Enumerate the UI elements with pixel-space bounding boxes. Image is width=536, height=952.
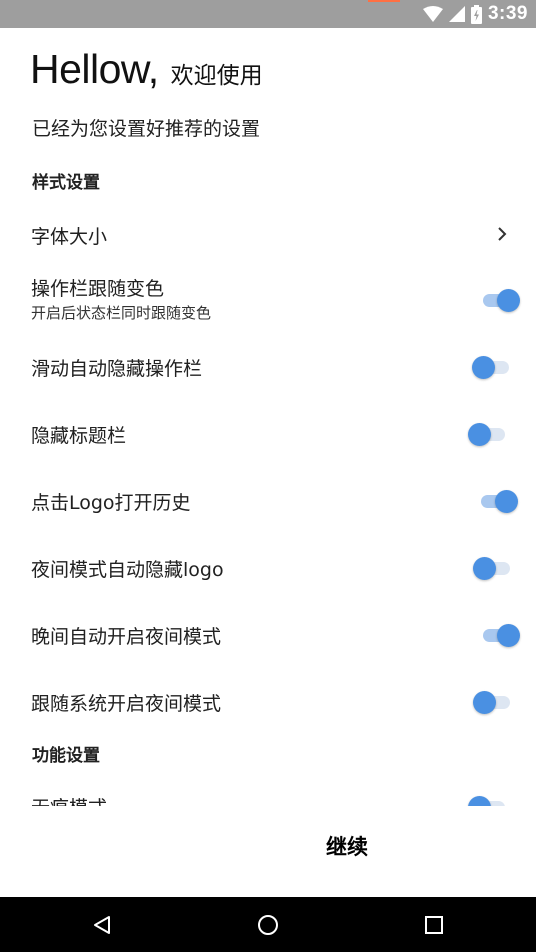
switch-thumb: [472, 356, 495, 379]
switch-thumb: [468, 796, 491, 806]
switch-thumb: [473, 691, 496, 714]
home-button[interactable]: [252, 909, 284, 941]
notification-accent: [368, 0, 400, 2]
chevron-right-icon: [498, 227, 507, 241]
setting-title: 滑动自动隐藏操作栏: [31, 358, 203, 380]
greeting-title: Hellow,: [30, 46, 159, 92]
welcome-text: 欢迎使用: [170, 63, 263, 89]
auto-hide-actionbar-switch[interactable]: [472, 354, 512, 380]
setting-system-night-mode[interactable]: 跟随系统开启夜间模式: [0, 678, 536, 728]
setting-actionbar-color[interactable]: 操作栏跟随变色 开启后状态栏同时跟随变色: [0, 268, 536, 328]
setting-title: 操作栏跟随变色: [31, 278, 165, 300]
back-icon: [94, 916, 110, 934]
hide-titlebar-switch[interactable]: [468, 421, 508, 447]
system-night-mode-switch[interactable]: [473, 689, 513, 715]
greeting: Hellow, 欢迎使用: [30, 46, 263, 93]
setting-night-hide-logo[interactable]: 夜间模式自动隐藏logo: [0, 544, 536, 594]
setting-auto-hide-actionbar[interactable]: 滑动自动隐藏操作栏: [0, 343, 536, 393]
setting-logo-history[interactable]: 点击Logo打开历史: [0, 477, 536, 527]
switch-thumb: [495, 490, 518, 513]
subtitle: 已经为您设置好推荐的设置: [32, 118, 261, 140]
switch-thumb: [473, 557, 496, 580]
setting-title: 晚间自动开启夜间模式: [31, 626, 222, 648]
switch-thumb: [497, 624, 520, 647]
signal-icon: [448, 6, 465, 22]
status-time: 3:39: [487, 3, 528, 24]
actionbar-color-switch[interactable]: [480, 287, 520, 313]
setting-title: 无痕模式: [31, 793, 107, 806]
incognito-switch[interactable]: [468, 794, 508, 806]
home-icon: [258, 915, 278, 935]
evening-night-mode-switch[interactable]: [480, 622, 520, 648]
setting-title: 隐藏标题栏: [31, 425, 127, 447]
recents-icon: [425, 916, 443, 934]
section-header-style: 样式设置: [32, 173, 100, 193]
switch-thumb: [468, 423, 491, 446]
navigation-bar: [0, 897, 536, 952]
setting-title: 夜间模式自动隐藏logo: [31, 559, 224, 581]
logo-history-switch[interactable]: [478, 488, 518, 514]
continue-button[interactable]: 继续: [300, 820, 394, 872]
status-icons: 3:39: [422, 3, 528, 25]
wifi-icon: [422, 6, 443, 22]
setting-font-size[interactable]: 字体大小: [0, 208, 536, 258]
section-header-function: 功能设置: [32, 746, 100, 766]
setting-evening-night-mode[interactable]: 晚间自动开启夜间模式: [0, 611, 536, 661]
setting-summary: 开启后状态栏同时跟随变色: [31, 304, 212, 322]
setting-title: 跟随系统开启夜间模式: [31, 693, 222, 715]
setting-hide-titlebar[interactable]: 隐藏标题栏: [0, 410, 536, 460]
night-hide-logo-switch[interactable]: [473, 555, 513, 581]
setting-incognito[interactable]: 无痕模式: [0, 784, 536, 806]
settings-content[interactable]: Hellow, 欢迎使用 已经为您设置好推荐的设置 样式设置 字体大小 操作栏跟…: [0, 28, 536, 806]
setting-title: 字体大小: [31, 226, 108, 248]
back-button[interactable]: [86, 909, 118, 941]
setting-title: 点击Logo打开历史: [31, 492, 191, 514]
status-bar: 3:39: [0, 0, 536, 28]
switch-thumb: [497, 289, 520, 312]
recents-button[interactable]: [418, 909, 450, 941]
battery-icon: [470, 4, 482, 24]
